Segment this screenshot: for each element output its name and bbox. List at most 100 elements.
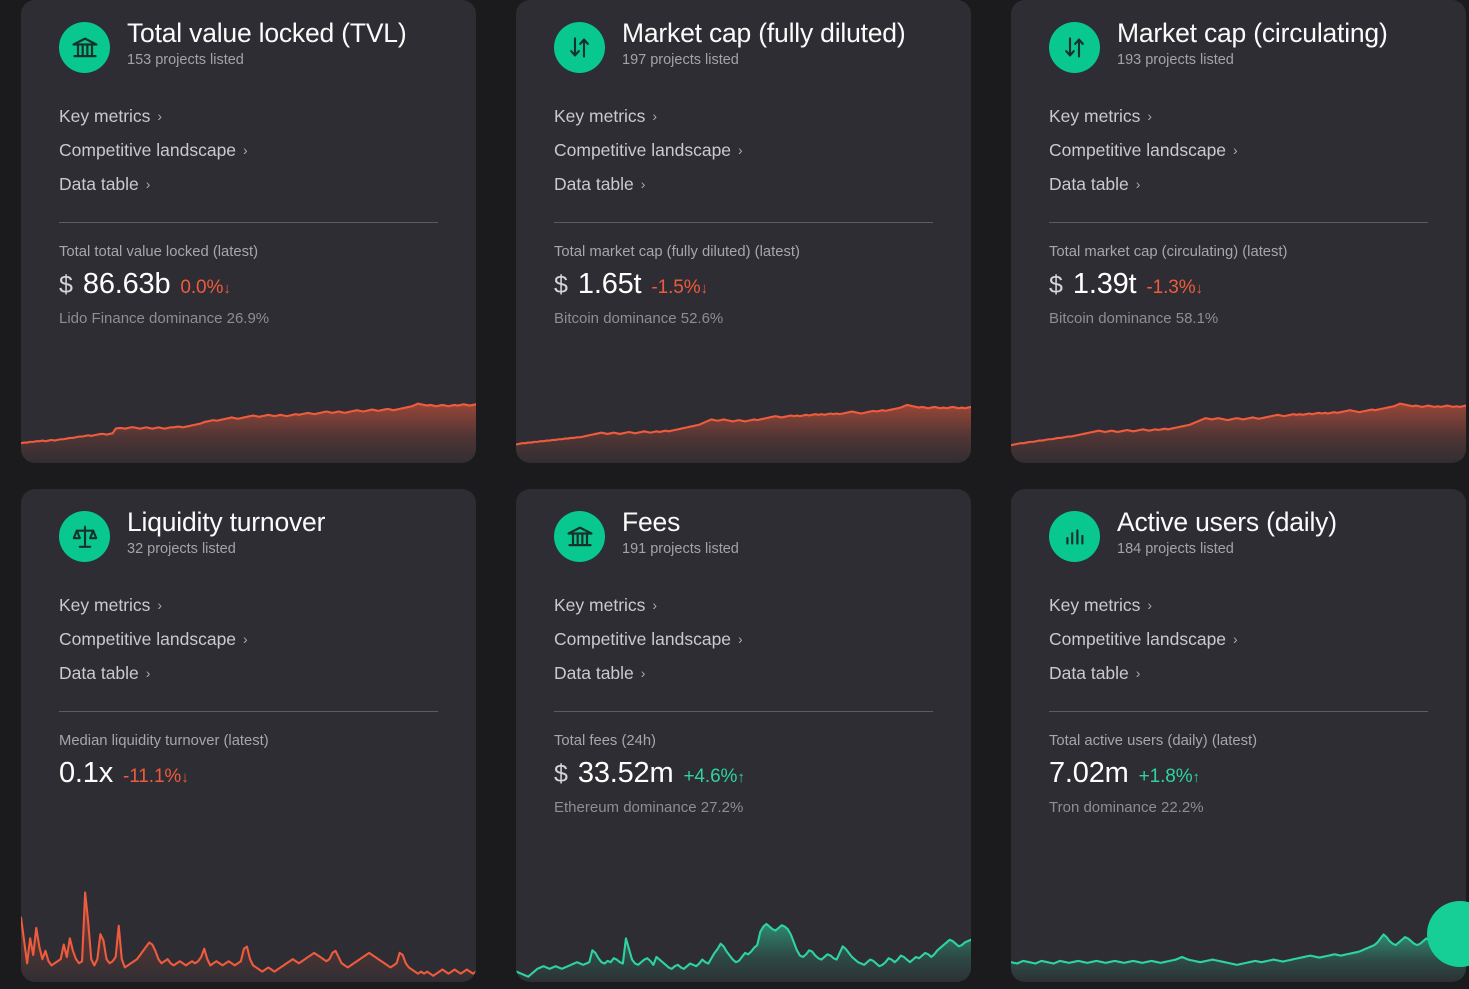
link-key-metrics[interactable]: Key metrics › bbox=[1049, 588, 1152, 622]
chevron-right-icon: › bbox=[1147, 597, 1153, 613]
link-label: Data table bbox=[1049, 173, 1129, 194]
card-title: Liquidity turnover bbox=[127, 507, 326, 537]
exchange-arrows-icon bbox=[1049, 22, 1100, 73]
delta-text: +4.6% bbox=[683, 766, 738, 788]
chevron-right-icon: › bbox=[243, 631, 248, 647]
chevron-right-icon: › bbox=[145, 176, 151, 192]
chevron-right-icon: › bbox=[145, 665, 151, 681]
link-data-table[interactable]: Data table › bbox=[554, 167, 645, 201]
metric-card[interactable]: Liquidity turnover 32 projects listed Ke… bbox=[21, 489, 476, 982]
stat-dominance: Bitcoin dominance 52.6% bbox=[554, 310, 724, 328]
currency-symbol: $ bbox=[59, 271, 73, 300]
link-competitive-landscape[interactable]: Competitive landscape › bbox=[554, 622, 743, 656]
currency-symbol: $ bbox=[554, 760, 568, 789]
link-data-table[interactable]: Data table › bbox=[1049, 167, 1140, 201]
metric-card[interactable]: Fees 191 projects listed Key metrics › C… bbox=[516, 489, 971, 982]
link-key-metrics[interactable]: Key metrics › bbox=[554, 588, 657, 622]
metric-card[interactable]: Active users (daily) 184 projects listed… bbox=[1011, 489, 1466, 982]
link-competitive-landscape[interactable]: Competitive landscape › bbox=[1049, 622, 1238, 656]
card-title: Market cap (fully diluted) bbox=[622, 18, 906, 48]
link-key-metrics[interactable]: Key metrics › bbox=[1049, 99, 1152, 133]
card-title: Market cap (circulating) bbox=[1117, 18, 1388, 48]
chevron-right-icon: › bbox=[1147, 108, 1153, 124]
link-competitive-landscape[interactable]: Competitive landscape › bbox=[59, 133, 248, 167]
metric-card[interactable]: Market cap (circulating) 193 projects li… bbox=[1011, 0, 1466, 463]
card-divider bbox=[1049, 222, 1428, 223]
link-label: Key metrics bbox=[1049, 105, 1141, 126]
link-competitive-landscape[interactable]: Competitive landscape › bbox=[59, 622, 248, 656]
stat-value: 86.63b bbox=[82, 268, 171, 301]
link-data-table[interactable]: Data table › bbox=[59, 656, 150, 690]
link-key-metrics[interactable]: Key metrics › bbox=[59, 588, 162, 622]
link-data-table[interactable]: Data table › bbox=[554, 656, 645, 690]
chevron-right-icon: › bbox=[1135, 665, 1141, 681]
card-header: Fees 191 projects listed bbox=[554, 507, 933, 562]
card-stats: Total active users (daily) (latest) 7.02… bbox=[1049, 732, 1428, 816]
link-data-table[interactable]: Data table › bbox=[59, 167, 150, 201]
card-stats: Total total value locked (latest) $ 86.6… bbox=[59, 243, 438, 327]
card-links: Key metrics › Competitive landscape › Da… bbox=[59, 588, 438, 690]
metric-card[interactable]: Total value locked (TVL) 153 projects li… bbox=[21, 0, 476, 463]
stat-value: 1.39t bbox=[1072, 268, 1137, 301]
stat-value: 1.65t bbox=[577, 268, 642, 301]
link-label: Data table bbox=[554, 662, 634, 683]
card-divider bbox=[554, 222, 933, 223]
card-subtitle: 197 projects listed bbox=[622, 52, 739, 69]
stat-label: Total fees (24h) bbox=[554, 733, 656, 749]
delta-text: -1.5% bbox=[651, 277, 701, 299]
card-subtitle: 191 projects listed bbox=[622, 541, 739, 558]
link-label: Data table bbox=[59, 662, 139, 683]
card-header: Total value locked (TVL) 153 projects li… bbox=[59, 18, 438, 73]
arrow-down-icon: ↓ bbox=[1195, 280, 1204, 298]
stat-dominance: Lido Finance dominance 26.9% bbox=[59, 310, 270, 328]
link-label: Key metrics bbox=[554, 594, 646, 615]
chevron-right-icon: › bbox=[738, 631, 743, 647]
link-data-table[interactable]: Data table › bbox=[1049, 656, 1140, 690]
chevron-right-icon: › bbox=[738, 142, 743, 158]
exchange-arrows-icon bbox=[554, 22, 605, 73]
bar-chart-icon bbox=[1049, 511, 1100, 562]
currency-symbol: $ bbox=[1049, 271, 1063, 300]
stat-delta: +4.6%↑ bbox=[683, 766, 744, 788]
card-header: Market cap (fully diluted) 197 projects … bbox=[554, 18, 933, 73]
liquidity-sparkline bbox=[21, 872, 476, 982]
card-links: Key metrics › Competitive landscape › Da… bbox=[59, 99, 438, 201]
link-label: Key metrics bbox=[59, 105, 151, 126]
card-stats: Median liquidity turnover (latest) 0.1x … bbox=[59, 732, 438, 790]
chevron-right-icon: › bbox=[640, 665, 646, 681]
stat-delta: +1.8%↑ bbox=[1139, 766, 1200, 788]
card-subtitle: 184 projects listed bbox=[1117, 541, 1234, 558]
card-subtitle: 153 projects listed bbox=[127, 52, 244, 69]
arrow-up-icon: ↑ bbox=[737, 769, 745, 787]
chevron-right-icon: › bbox=[652, 597, 658, 613]
delta-text: -11.1% bbox=[123, 766, 182, 788]
stat-label: Total active users (daily) (latest) bbox=[1049, 733, 1258, 749]
chevron-right-icon: › bbox=[652, 108, 658, 124]
metric-card[interactable]: Market cap (fully diluted) 197 projects … bbox=[516, 0, 971, 463]
scales-icon bbox=[59, 511, 110, 562]
link-key-metrics[interactable]: Key metrics › bbox=[554, 99, 657, 133]
stat-delta: -1.3%↓ bbox=[1146, 277, 1203, 299]
card-stats: Total market cap (fully diluted) (latest… bbox=[554, 243, 933, 327]
currency-symbol: $ bbox=[554, 271, 568, 300]
link-label: Data table bbox=[59, 173, 139, 194]
link-label: Competitive landscape bbox=[554, 628, 732, 649]
stat-label: Total total value locked (latest) bbox=[59, 244, 259, 260]
link-competitive-landscape[interactable]: Competitive landscape › bbox=[1049, 133, 1238, 167]
card-subtitle: 193 projects listed bbox=[1117, 52, 1234, 69]
stat-value: 33.52m bbox=[577, 757, 674, 790]
stat-delta: 0.0%↓ bbox=[180, 277, 230, 299]
card-header: Active users (daily) 184 projects listed bbox=[1049, 507, 1428, 562]
card-header: Liquidity turnover 32 projects listed bbox=[59, 507, 438, 562]
link-label: Data table bbox=[1049, 662, 1129, 683]
link-key-metrics[interactable]: Key metrics › bbox=[59, 99, 162, 133]
card-title: Active users (daily) bbox=[1117, 507, 1337, 537]
link-competitive-landscape[interactable]: Competitive landscape › bbox=[554, 133, 743, 167]
card-links: Key metrics › Competitive landscape › Da… bbox=[554, 99, 933, 201]
link-label: Data table bbox=[554, 173, 634, 194]
link-label: Competitive landscape bbox=[554, 139, 732, 160]
card-stats: Total fees (24h) $ 33.52m +4.6%↑ Ethereu… bbox=[554, 732, 933, 816]
chevron-right-icon: › bbox=[640, 176, 646, 192]
stat-delta: -1.5%↓ bbox=[651, 277, 708, 299]
stat-value: 7.02m bbox=[1049, 757, 1129, 790]
